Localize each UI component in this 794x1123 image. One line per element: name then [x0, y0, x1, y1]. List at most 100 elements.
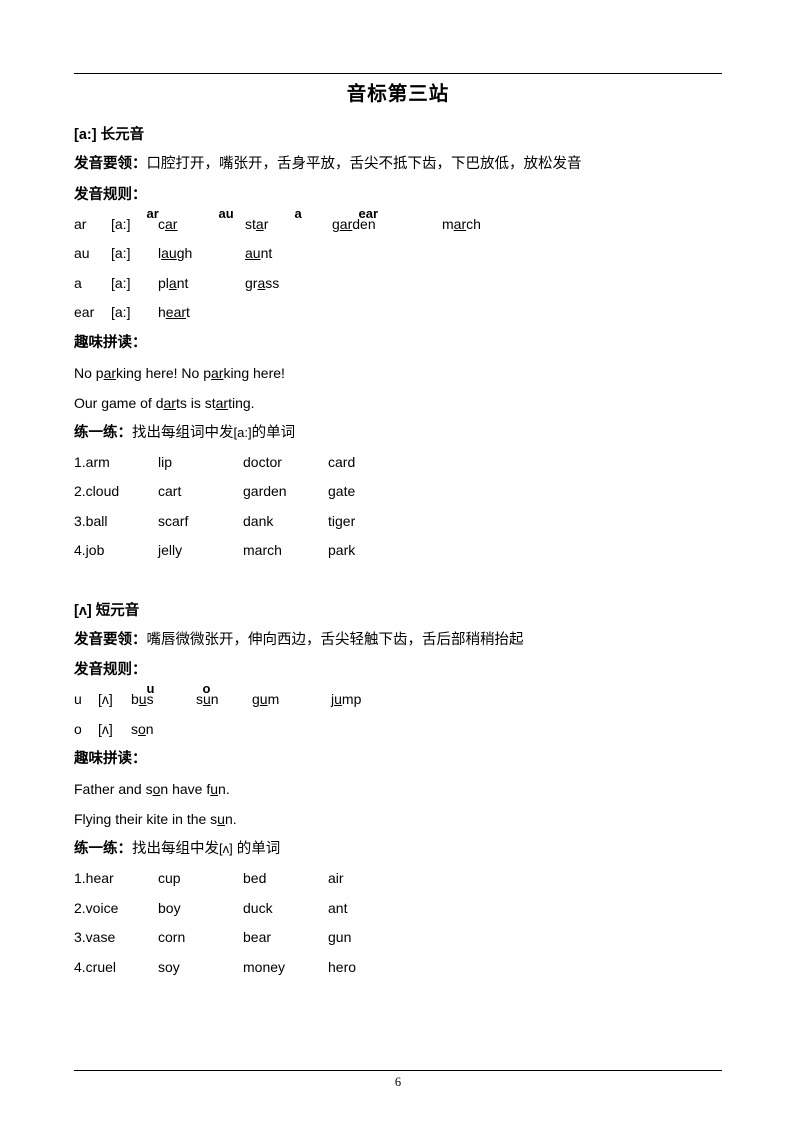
rule-letters: ear	[74, 304, 95, 320]
practice-word: hero	[328, 958, 357, 975]
footer-rule	[74, 1070, 722, 1071]
practice-word: card	[328, 453, 356, 470]
rule-row: ar [a:] car star garden march	[74, 210, 722, 240]
practice-word: 1.hear	[74, 870, 114, 886]
chant-nucleus: ar	[210, 364, 224, 381]
word-nucleus: au	[161, 245, 177, 261]
rule-letters: u	[74, 691, 82, 707]
rule-row: au [a:] laugh aunt	[74, 239, 722, 269]
word-nucleus: a	[168, 274, 177, 291]
practice-word: cart	[158, 483, 182, 499]
example-word: gum	[252, 691, 280, 707]
articulation-tips-text: 口腔打开，嘴张开，舌身平放，舌尖不抵下齿，下巴放低，放松发音	[146, 156, 582, 172]
rule-row: u [ʌ] bus sun gum jump	[74, 685, 722, 715]
practice-phoneme: [ʌ]	[219, 841, 233, 856]
spelling-rules-header: 发音规则： u o	[74, 655, 722, 696]
phoneme-kind-label: 长元音	[100, 127, 145, 143]
practice-label: 练一练：	[74, 841, 132, 857]
example-word: bus	[131, 691, 154, 707]
example-word: laugh	[158, 245, 193, 261]
practice-phoneme: [a:]	[233, 424, 252, 440]
practice-word: 2.voice	[74, 899, 119, 916]
practice-word: corn	[158, 929, 186, 945]
header-rule	[74, 73, 722, 74]
word-nucleus: ear	[165, 304, 187, 320]
rule-row: ear [a:] heart	[74, 298, 722, 328]
section-heading: [ʌ] 短元音	[74, 596, 722, 626]
chant-nucleus: ar	[215, 394, 229, 411]
practice-row: 4.cruel soy money hero	[74, 953, 722, 983]
sections-container: [a:] 长元音 发音要领：口腔打开，嘴张开，舌身平放，舌尖不抵下齿，下巴放低，放…	[74, 120, 722, 982]
example-word: son	[131, 720, 154, 737]
rule-row: o [ʌ] son	[74, 715, 722, 745]
practice-row: 1.arm lip doctor card	[74, 448, 722, 478]
rule-letters: ar	[74, 215, 87, 232]
practice-word: lip	[158, 453, 173, 470]
document-page: 音标第三站 [a:] 长元音 发音要领：口腔打开，嘴张开，舌身平放，舌尖不抵下齿，…	[0, 0, 794, 1123]
practice-word: boy	[158, 899, 181, 916]
page-title: 音标第三站	[346, 84, 450, 105]
practice-prompt: 练一练：找出每组词中发[a:]的单词	[74, 424, 296, 441]
chant-nucleus: o	[152, 781, 161, 797]
example-word: aunt	[245, 245, 273, 261]
spelling-rules-label: 发音规则：	[74, 662, 147, 678]
practice-word: march	[243, 542, 282, 558]
rule-letters: au	[74, 245, 90, 261]
practice-word: duck	[243, 899, 273, 916]
practice-word: gate	[328, 483, 356, 499]
practice-word: gun	[328, 929, 352, 945]
practice-word: 4.cruel	[74, 958, 117, 975]
rule-phoneme: [a:]	[111, 245, 131, 261]
chant-nucleus: u	[210, 781, 219, 797]
section-heading: [a:] 长元音	[74, 120, 722, 150]
rule-letters: a	[74, 274, 82, 291]
practice-word: doctor	[243, 453, 282, 470]
practice-word: 2.cloud	[74, 483, 120, 499]
example-word: garden	[332, 215, 376, 232]
phoneme-symbol: [a:]	[74, 127, 97, 143]
practice-row: 4.job jelly march park	[74, 536, 722, 566]
practice-word: park	[328, 542, 356, 558]
word-nucleus: a	[257, 274, 266, 291]
chant-label: 趣味拼读：	[74, 751, 147, 767]
articulation-tips-label: 发音要领：	[74, 156, 147, 172]
practice-word: air	[328, 870, 344, 886]
articulation-tips: 发音要领：嘴唇微微张开，伸向西边，舌尖轻触下齿，舌后部稍稍抬起	[74, 626, 722, 656]
spelling-rules-label: 发音规则：	[74, 186, 147, 203]
articulation-tips-label: 发音要领：	[74, 631, 147, 648]
word-nucleus: u	[138, 691, 147, 707]
practice-word: scarf	[158, 512, 189, 529]
chant-nucleus: u	[217, 811, 225, 827]
practice-word: bed	[243, 870, 267, 886]
example-word: grass	[245, 274, 280, 291]
practice-row: 3.ball scarf dank tiger	[74, 507, 722, 537]
word-nucleus: ar	[339, 215, 353, 232]
rule-phoneme: [a:]	[111, 304, 131, 320]
page-number: 6	[394, 1075, 402, 1089]
chant-label: 趣味拼读：	[74, 334, 147, 351]
document-body: 音标第三站 [a:] 长元音 发音要领：口腔打开，嘴张开，舌身平放，舌尖不抵下齿，…	[74, 82, 722, 982]
example-word: heart	[158, 304, 190, 320]
practice-word: 1.arm	[74, 453, 110, 470]
practice-row: 2.voice boy duck ant	[74, 894, 722, 924]
practice-word: ant	[328, 899, 348, 916]
phoneme-symbol: [ʌ]	[74, 602, 92, 619]
practice-row: 1.hear cup bed air	[74, 864, 722, 894]
word-nucleus: ar	[453, 215, 467, 232]
practice-word: jelly	[158, 542, 183, 558]
rule-phoneme: [ʌ]	[98, 720, 113, 737]
rule-phoneme: [ʌ]	[98, 691, 113, 707]
rule-phoneme: [a:]	[111, 274, 131, 291]
practice-word: 3.vase	[74, 929, 116, 945]
practice-word: tiger	[328, 512, 356, 529]
word-nucleus: u	[203, 691, 211, 707]
practice-prompt: 练一练：找出每组中发[ʌ] 的单词	[74, 841, 281, 857]
practice-word: bear	[243, 929, 272, 945]
word-nucleus: a	[255, 215, 264, 232]
example-word: jump	[331, 691, 362, 707]
chant-line: Flying their kite in the sun.	[74, 811, 237, 827]
practice-row: 2.cloud cart garden gate	[74, 477, 722, 507]
practice-word: dank	[243, 512, 274, 529]
rule-phoneme: [a:]	[111, 215, 131, 232]
